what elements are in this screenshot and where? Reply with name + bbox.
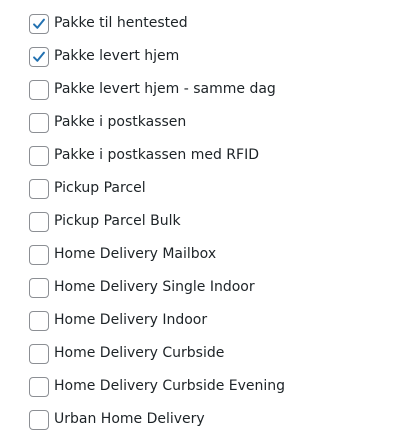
- option-pakke-i-postkassen[interactable]: Pakke i postkassen: [29, 112, 186, 133]
- option-pakke-til-hentested[interactable]: Pakke til hentested: [29, 13, 188, 34]
- option-pickup-parcel-bulk[interactable]: Pickup Parcel Bulk: [29, 211, 181, 232]
- option-urban-home-delivery[interactable]: Urban Home Delivery: [29, 409, 205, 430]
- option-label: Home Delivery Curbside Evening: [54, 378, 286, 394]
- checkmark-icon: [33, 51, 45, 62]
- shipping-options-list: Pakke til hentested Pakke levert hjem Pa…: [0, 0, 406, 437]
- option-label: Urban Home Delivery: [54, 411, 205, 427]
- checkbox[interactable]: [29, 343, 49, 364]
- checkbox[interactable]: [29, 79, 49, 100]
- checkbox[interactable]: [29, 46, 49, 67]
- option-label: Pickup Parcel Bulk: [54, 213, 181, 229]
- option-home-delivery-indoor[interactable]: Home Delivery Indoor: [29, 310, 207, 331]
- option-label: Pakke i postkassen: [54, 114, 187, 130]
- option-label: Home Delivery Curbside: [54, 345, 225, 361]
- option-home-delivery-single-indoor[interactable]: Home Delivery Single Indoor: [29, 277, 255, 298]
- option-label: Pakke levert hjem: [54, 48, 180, 64]
- option-label: Pakke levert hjem - samme dag: [54, 81, 276, 97]
- option-home-delivery-curbside[interactable]: Home Delivery Curbside: [29, 343, 224, 364]
- checkbox[interactable]: [29, 310, 49, 331]
- checkbox[interactable]: [29, 145, 49, 166]
- option-pickup-parcel[interactable]: Pickup Parcel: [29, 178, 146, 199]
- option-label: Pickup Parcel: [54, 180, 146, 196]
- checkbox[interactable]: [29, 211, 49, 232]
- option-home-delivery-mailbox[interactable]: Home Delivery Mailbox: [29, 244, 216, 265]
- checkbox[interactable]: [29, 244, 49, 265]
- option-label: Pakke i postkassen med RFID: [54, 147, 259, 163]
- checkbox[interactable]: [29, 112, 49, 133]
- option-label: Pakke til hentested: [54, 15, 188, 31]
- option-label: Home Delivery Mailbox: [54, 246, 217, 262]
- option-pakke-levert-hjem-samme-dag[interactable]: Pakke levert hjem - samme dag: [29, 79, 276, 100]
- checkbox[interactable]: [29, 409, 49, 430]
- checkbox[interactable]: [29, 178, 49, 199]
- checkbox[interactable]: [29, 13, 49, 34]
- checkbox[interactable]: [29, 277, 49, 298]
- option-label: Home Delivery Single Indoor: [54, 279, 255, 295]
- option-pakke-levert-hjem[interactable]: Pakke levert hjem: [29, 46, 179, 67]
- checkbox[interactable]: [29, 376, 49, 397]
- option-label: Home Delivery Indoor: [54, 312, 208, 328]
- option-pakke-i-postkassen-med-rfid[interactable]: Pakke i postkassen med RFID: [29, 145, 259, 166]
- option-home-delivery-curbside-evening[interactable]: Home Delivery Curbside Evening: [29, 376, 285, 397]
- checkmark-icon: [33, 18, 45, 29]
